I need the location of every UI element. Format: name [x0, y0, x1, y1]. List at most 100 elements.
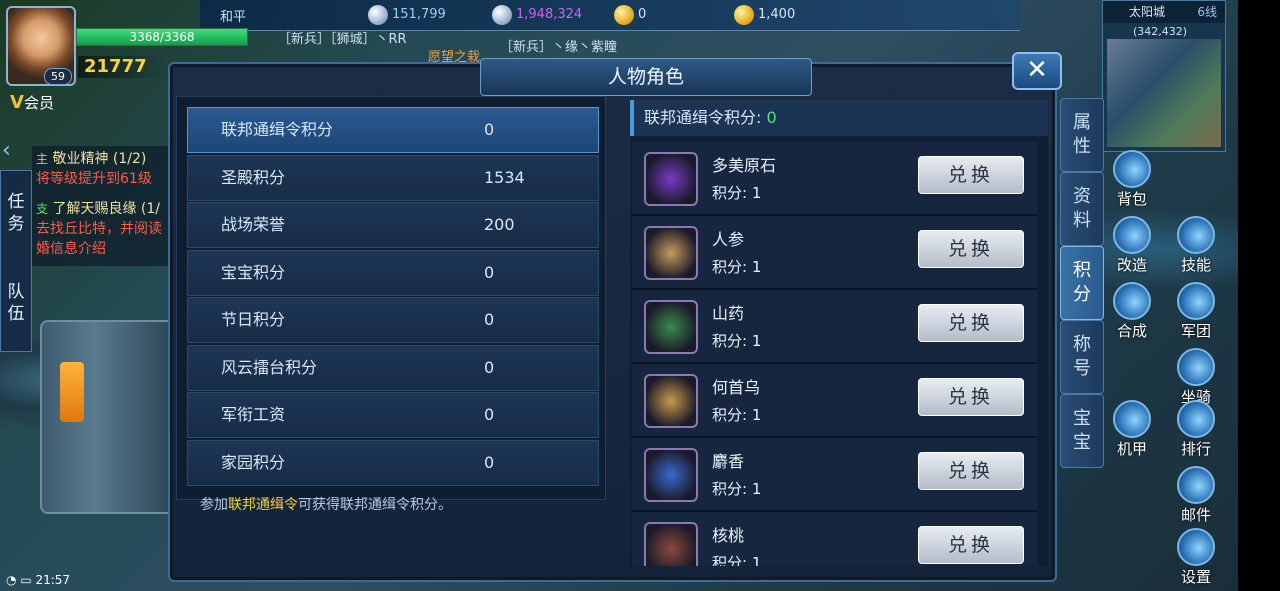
- chat-line: ［新兵］［狮城］丶RR: [278, 32, 407, 47]
- minimap[interactable]: 太阳城 6线 (342,432): [1102, 0, 1226, 152]
- task-item[interactable]: 支 了解天赐良缘 (1/ 去找丘比特，并阅读婚信息介绍: [32, 190, 172, 260]
- exchange-button[interactable]: 兑换: [918, 304, 1024, 342]
- top-hud-bar: 和平 151,799 1,948,324 0 1,400: [200, 0, 1020, 31]
- item-icon[interactable]: [644, 226, 698, 280]
- task-item[interactable]: 主 敬业精神 (1/2) 将等级提升到61级: [32, 146, 172, 190]
- tab-宝宝[interactable]: 宝宝: [1060, 394, 1104, 468]
- exchange-button[interactable]: 兑换: [918, 452, 1024, 490]
- combat-power: 21777: [78, 56, 165, 78]
- item-score: 积分: 1: [712, 406, 762, 424]
- score-row[interactable]: 战场荣誉 200: [187, 202, 599, 248]
- map-coords: (342,432): [1133, 25, 1188, 38]
- score-row[interactable]: 军衔工资 0: [187, 392, 599, 438]
- side-button-改造[interactable]: 改造: [1104, 216, 1160, 275]
- menu-icon: [1113, 400, 1151, 438]
- item-icon[interactable]: [644, 300, 698, 354]
- silver-currency-2: 1,948,324: [492, 4, 582, 26]
- item-icon[interactable]: [644, 448, 698, 502]
- score-value: 1534: [484, 167, 525, 187]
- menu-icon: [1113, 150, 1151, 188]
- vip-button[interactable]: V会员: [10, 92, 54, 113]
- score-name: 圣殿积分: [221, 167, 286, 187]
- side-button-技能[interactable]: 技能: [1168, 216, 1224, 275]
- side-button-机甲[interactable]: 机甲: [1104, 400, 1160, 459]
- item-icon[interactable]: [644, 522, 698, 566]
- score-name: 风云擂台积分: [221, 357, 318, 377]
- silver-coin-icon: [368, 5, 388, 25]
- item-icon[interactable]: [644, 374, 698, 428]
- status-bar: ◔ ▭ 21:57: [0, 570, 126, 591]
- task-tabs: 任 务 队 伍: [0, 170, 32, 352]
- chat-line: ［新兵］丶缘丶紫瞳: [500, 40, 618, 55]
- score-row[interactable]: 圣殿积分 1534: [187, 154, 599, 201]
- side-button-排行[interactable]: 排行: [1168, 400, 1224, 459]
- score-row[interactable]: 节日积分 0: [187, 297, 599, 343]
- score-name: 节日积分: [221, 310, 286, 329]
- tab-称号[interactable]: 称号: [1060, 320, 1104, 394]
- menu-icon: [1177, 348, 1215, 386]
- score-row[interactable]: 风云擂台积分 0: [187, 344, 599, 391]
- score-row[interactable]: 家园积分 0: [187, 439, 599, 486]
- exchange-button[interactable]: 兑换: [918, 156, 1024, 194]
- score-name: 家园积分: [221, 452, 286, 472]
- score-row[interactable]: 联邦通缉令积分 0: [187, 107, 599, 153]
- exchange-item: 核桃积分: 1 兑换: [632, 512, 1038, 566]
- score-name: 军衔工资: [221, 405, 286, 424]
- score-value: 200: [484, 215, 515, 234]
- tab-tasks[interactable]: 任 务: [1, 171, 31, 261]
- exchange-button[interactable]: 兑换: [918, 230, 1024, 268]
- exchange-item: 人参 积分: 1 兑换: [632, 216, 1038, 290]
- item-score: 积分: 1: [712, 258, 762, 276]
- item-icon[interactable]: [644, 152, 698, 206]
- menu-icon: [1113, 216, 1151, 254]
- score-value: 0: [484, 405, 495, 424]
- side-button-设置[interactable]: 设置: [1168, 528, 1224, 587]
- exchange-button[interactable]: 兑换: [918, 378, 1024, 416]
- screen-edge: [1238, 0, 1280, 591]
- side-label: 邮件: [1180, 506, 1211, 524]
- item-name: 何首乌: [712, 378, 761, 397]
- menu-icon: [1177, 216, 1215, 254]
- score-name: 战场荣誉: [221, 215, 286, 234]
- side-label: 军团: [1180, 322, 1211, 340]
- menu-icon: [1177, 400, 1215, 438]
- close-button[interactable]: ✕: [1012, 52, 1062, 90]
- side-button-军团[interactable]: 军团: [1168, 282, 1224, 341]
- menu-icon: [1177, 282, 1215, 320]
- clock: 21:57: [35, 573, 71, 587]
- side-label: 合成: [1116, 322, 1147, 340]
- battery-icon: ▭: [20, 573, 32, 587]
- side-label: 改造: [1116, 256, 1147, 274]
- score-value: 0: [484, 452, 495, 472]
- item-score: 积分: 1: [712, 332, 762, 350]
- item-score: 积分: 1: [712, 184, 762, 202]
- collapse-tasks-icon[interactable]: ‹: [2, 138, 28, 164]
- side-button-背包[interactable]: 背包: [1104, 150, 1160, 209]
- tab-积分[interactable]: 积分: [1060, 246, 1104, 320]
- map-name: 太阳城: [1129, 5, 1166, 19]
- item-name: 核桃: [712, 526, 745, 545]
- minimap-header: 太阳城 6线: [1103, 1, 1225, 23]
- score-hint: 参加联邦通缉令可获得联邦通缉令积分。: [200, 497, 452, 513]
- exchange-item: 多美原石 积分: 1 兑换: [632, 142, 1038, 216]
- item-score: 积分: 1: [712, 554, 762, 566]
- tab-team[interactable]: 队 伍: [1, 261, 31, 351]
- side-button-邮件[interactable]: 邮件: [1168, 466, 1224, 525]
- silver-coin-icon: [492, 5, 512, 25]
- hint-link: 联邦通缉令: [228, 497, 298, 513]
- wifi-icon: ◔: [6, 573, 17, 587]
- tab-属性[interactable]: 属性: [1060, 98, 1104, 172]
- item-name: 山药: [712, 304, 745, 323]
- minimap-view[interactable]: [1107, 39, 1221, 147]
- side-button-合成[interactable]: 合成: [1104, 282, 1160, 341]
- exchange-item: 山药积分: 1 兑换: [632, 290, 1038, 364]
- score-row[interactable]: 宝宝积分 0: [187, 249, 599, 296]
- hp-text: 3368/3368: [129, 30, 195, 44]
- tab-资料[interactable]: 资料: [1060, 172, 1104, 246]
- side-button-坐骑[interactable]: 坐骑: [1168, 348, 1224, 407]
- dialog-title: 人物角色: [480, 58, 812, 96]
- map-line[interactable]: 6线: [1197, 1, 1217, 23]
- exchange-button[interactable]: 兑换: [918, 526, 1024, 564]
- gold-coin-icon: [734, 5, 754, 25]
- chat-channel: 和平: [220, 10, 247, 25]
